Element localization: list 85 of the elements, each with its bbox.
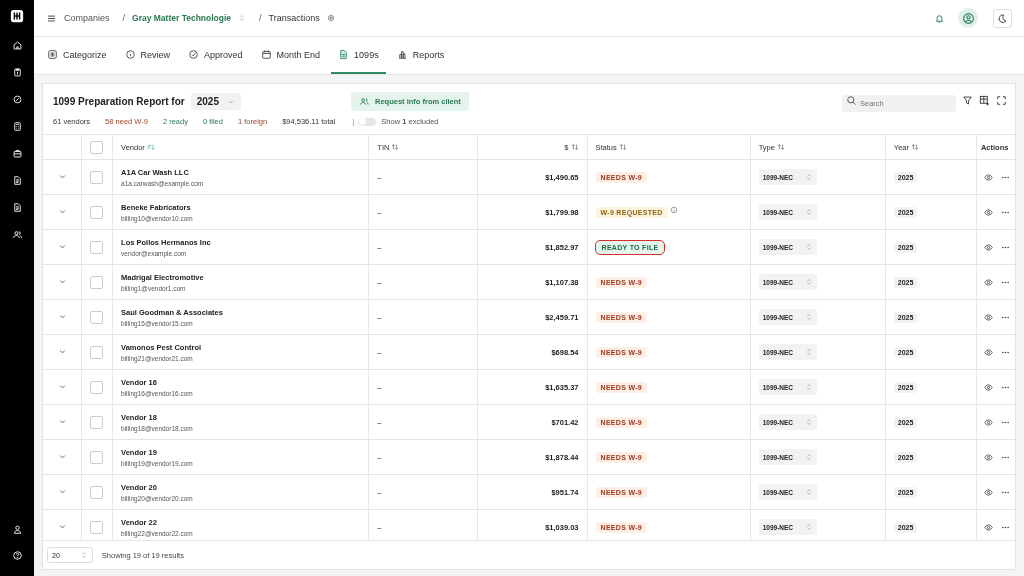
chevron-updown-icon bbox=[805, 453, 814, 461]
view-icon[interactable] bbox=[983, 522, 993, 532]
chevron-updown-icon bbox=[805, 278, 814, 286]
logo-icon[interactable] bbox=[10, 9, 24, 23]
row-checkbox[interactable] bbox=[90, 240, 104, 254]
view-icon[interactable] bbox=[983, 382, 993, 392]
view-icon[interactable] bbox=[983, 277, 993, 287]
chevron-updown-icon bbox=[805, 488, 814, 496]
home-icon[interactable] bbox=[11, 40, 23, 51]
view-icon[interactable] bbox=[983, 242, 993, 252]
account-button[interactable] bbox=[958, 8, 978, 28]
chevron-updown-icon bbox=[805, 418, 814, 426]
logo-icon bbox=[47, 49, 58, 60]
year-dropdown[interactable]: 2025 bbox=[190, 93, 241, 110]
calendar-icon bbox=[260, 49, 272, 60]
breadcrumb-current: Transactions bbox=[268, 13, 320, 23]
view-icon[interactable] bbox=[983, 487, 993, 497]
user-circle-icon bbox=[961, 11, 975, 25]
briefcase-icon[interactable] bbox=[11, 148, 23, 159]
tab[interactable]: Categorize bbox=[40, 37, 114, 74]
users-icon bbox=[358, 96, 370, 107]
report-title: 1099 Preparation Report for bbox=[53, 96, 185, 107]
row-checkbox[interactable] bbox=[90, 380, 104, 394]
sort-icon bbox=[570, 143, 579, 151]
breadcrumb-separator: / bbox=[122, 13, 126, 23]
filter-icon[interactable] bbox=[962, 95, 973, 106]
view-icon[interactable] bbox=[983, 452, 993, 462]
row-checkbox[interactable] bbox=[90, 485, 104, 499]
document-icon[interactable] bbox=[11, 202, 23, 213]
chevron-updown-icon bbox=[805, 243, 814, 251]
row-checkbox[interactable] bbox=[90, 450, 104, 464]
settings-icon[interactable] bbox=[326, 14, 335, 22]
document-icon bbox=[338, 49, 350, 60]
tab[interactable]: Reports bbox=[389, 37, 452, 74]
tab[interactable]: 1099s bbox=[331, 37, 386, 74]
view-icon[interactable] bbox=[983, 207, 993, 217]
sort-icon bbox=[146, 143, 155, 151]
chevron-updown-icon bbox=[79, 551, 88, 559]
row-checkbox[interactable] bbox=[90, 170, 104, 184]
info-icon[interactable] bbox=[669, 206, 678, 215]
chevron-updown-icon bbox=[805, 313, 814, 321]
sort-icon bbox=[776, 143, 785, 151]
toggle-switch[interactable] bbox=[358, 117, 377, 126]
help-icon[interactable] bbox=[11, 550, 23, 561]
fullscreen-icon[interactable] bbox=[996, 95, 1007, 106]
view-icon[interactable] bbox=[983, 312, 993, 322]
chevron-updown-icon bbox=[805, 208, 814, 216]
sort-icon bbox=[391, 143, 400, 151]
breadcrumb-separator: / bbox=[259, 13, 262, 23]
columns-icon[interactable] bbox=[979, 95, 990, 106]
compass-icon[interactable] bbox=[11, 94, 23, 105]
info-icon bbox=[124, 49, 136, 60]
search-icon bbox=[846, 95, 857, 106]
row-checkbox[interactable] bbox=[90, 205, 104, 219]
calculator-icon[interactable] bbox=[11, 121, 23, 132]
company-selector[interactable]: Gray Matter Technologie bbox=[132, 13, 232, 23]
view-icon[interactable] bbox=[983, 417, 993, 427]
check-circle-icon bbox=[188, 49, 200, 60]
view-icon[interactable] bbox=[983, 172, 993, 182]
bell-icon[interactable] bbox=[934, 12, 945, 24]
row-checkbox[interactable] bbox=[90, 520, 104, 534]
select-all-checkbox[interactable] bbox=[90, 140, 104, 154]
view-icon[interactable] bbox=[983, 347, 993, 357]
chevron-updown-icon bbox=[805, 523, 814, 531]
users-icon[interactable] bbox=[11, 229, 23, 240]
moon-icon bbox=[997, 12, 1008, 24]
theme-toggle-button[interactable] bbox=[993, 8, 1012, 28]
sort-icon bbox=[618, 143, 627, 151]
clipboard-icon[interactable] bbox=[11, 67, 23, 78]
breadcrumb-link[interactable]: Companies bbox=[64, 13, 110, 23]
chevron-updown-icon bbox=[805, 383, 814, 391]
user-icon[interactable] bbox=[11, 524, 23, 535]
document-icon[interactable] bbox=[11, 175, 23, 186]
row-checkbox[interactable] bbox=[90, 415, 104, 429]
tab[interactable]: Month End bbox=[253, 37, 328, 74]
tab[interactable]: Approved bbox=[181, 37, 250, 74]
menu-icon[interactable] bbox=[46, 12, 57, 24]
row-checkbox[interactable] bbox=[90, 275, 104, 289]
row-checkbox[interactable] bbox=[90, 345, 104, 359]
chevron-updown-icon bbox=[805, 348, 814, 356]
sort-icon bbox=[910, 143, 919, 151]
row-checkbox[interactable] bbox=[90, 310, 104, 324]
bar-chart-icon bbox=[396, 49, 408, 60]
tab[interactable]: Review bbox=[117, 37, 178, 74]
chevron-updown-icon bbox=[805, 173, 814, 181]
